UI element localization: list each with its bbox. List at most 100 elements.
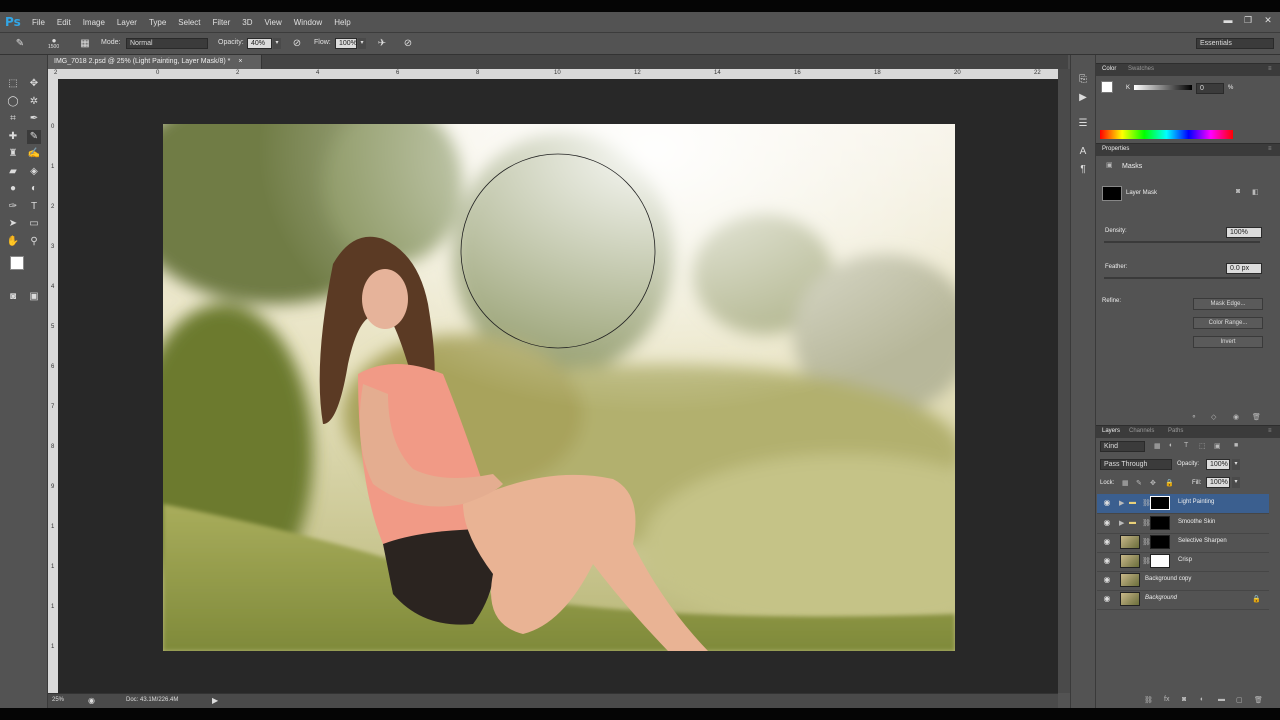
pressure-opacity-icon[interactable]: ⊘ <box>291 38 303 50</box>
brush-panel-icon[interactable]: ▦ <box>79 38 91 50</box>
lock-all-icon[interactable]: 🔒 <box>1165 479 1174 487</box>
restore-button[interactable]: ❐ <box>1242 15 1254 26</box>
new-layer-icon[interactable]: ▢ <box>1236 696 1243 704</box>
k-slider[interactable] <box>1134 85 1192 90</box>
status-menu-icon[interactable]: ◉ <box>88 696 95 705</box>
layer-row-crisp[interactable]: ◉ ⛓ Crisp <box>1097 552 1269 572</box>
layer-row-background[interactable]: ◉ Background 🔒 <box>1097 590 1269 610</box>
menu-layer[interactable]: Layer <box>117 18 137 27</box>
filter-pixel-icon[interactable]: ▦ <box>1154 442 1161 450</box>
eyedropper-tool-icon[interactable]: ✒ <box>27 112 41 126</box>
color-fg-swatch[interactable] <box>1101 81 1113 93</box>
mask-thumbnail[interactable] <box>1150 516 1170 530</box>
actions-panel-icon[interactable]: ▶ <box>1076 91 1090 105</box>
lock-transparent-icon[interactable]: ▦ <box>1122 479 1129 487</box>
layer-name[interactable]: Smoothe Skin <box>1178 519 1215 525</box>
quick-mask-icon[interactable]: ◙ <box>6 290 20 304</box>
apply-mask-icon[interactable]: ◇ <box>1211 413 1216 421</box>
layer-filter-kind[interactable]: Kind <box>1100 441 1145 452</box>
filter-adjustment-icon[interactable]: ◐ <box>1169 442 1173 449</box>
layer-style-icon[interactable]: fx <box>1164 696 1169 703</box>
delete-layer-icon[interactable]: 🗑 <box>1254 696 1263 704</box>
fill-field[interactable]: 100% <box>1206 477 1230 488</box>
document-tab[interactable]: IMG_7018 2.psd @ 25% (Light Painting, La… <box>48 55 262 69</box>
new-adjustment-icon[interactable]: ◐ <box>1200 696 1204 703</box>
layer-opacity-dropdown[interactable]: ▾ <box>1232 459 1240 470</box>
menu-select[interactable]: Select <box>178 18 200 27</box>
mask-thumbnail[interactable] <box>1150 554 1170 568</box>
adjustments-panel-icon[interactable]: ☰ <box>1076 117 1090 131</box>
layer-name[interactable]: Crisp <box>1178 557 1192 563</box>
tab-properties[interactable]: Properties <box>1102 146 1129 152</box>
move-tool-icon[interactable]: ✥ <box>27 77 41 91</box>
color-spectrum-bar[interactable] <box>1100 130 1233 139</box>
zoom-level[interactable]: 25% <box>52 697 64 703</box>
minimize-button[interactable]: ▬ <box>1222 15 1234 26</box>
menu-view[interactable]: View <box>265 18 282 27</box>
marquee-tool-icon[interactable]: ⬚ <box>6 77 20 91</box>
density-field[interactable]: 100% <box>1226 227 1262 238</box>
layer-opacity-field[interactable]: 100% <box>1206 459 1230 470</box>
menu-file[interactable]: File <box>32 18 45 27</box>
blend-mode-select[interactable]: Pass Through <box>1100 459 1172 470</box>
eye-icon[interactable]: ◉ <box>1102 518 1112 527</box>
layer-thumbnail[interactable] <box>1120 535 1140 549</box>
tab-channels[interactable]: Channels <box>1129 428 1154 434</box>
foreground-color-swatch[interactable] <box>10 256 24 270</box>
mask-thumbnail[interactable] <box>1150 496 1170 510</box>
eye-icon[interactable]: ◉ <box>1102 537 1112 546</box>
type-tool-icon[interactable]: T <box>27 200 41 214</box>
k-value-field[interactable]: 0 <box>1196 83 1224 94</box>
fill-dropdown[interactable]: ▾ <box>1232 477 1240 488</box>
mask-edge-button[interactable]: Mask Edge... <box>1193 298 1263 310</box>
panel-menu-icon[interactable]: ≡ <box>1268 66 1272 72</box>
disable-mask-icon[interactable]: ◉ <box>1233 413 1239 421</box>
hand-tool-icon[interactable]: ✋ <box>6 235 20 249</box>
menu-filter[interactable]: Filter <box>213 18 231 27</box>
select-mask-icon[interactable]: ◙ <box>1236 188 1240 195</box>
eye-icon[interactable]: ◉ <box>1102 575 1112 584</box>
layer-row-light-painting[interactable]: ◉ ▶ ▬ ⛓ Light Painting <box>1097 494 1269 514</box>
flow-dropdown[interactable]: ▾ <box>358 38 366 49</box>
history-brush-tool-icon[interactable]: ✍ <box>27 147 41 161</box>
filter-shape-icon[interactable]: ⬚ <box>1199 442 1206 450</box>
dodge-tool-icon[interactable]: ◐ <box>27 182 41 196</box>
tab-layers[interactable]: Layers <box>1102 428 1120 434</box>
opacity-field[interactable]: 40% <box>247 38 272 49</box>
character-panel-icon[interactable]: A <box>1076 145 1090 159</box>
layer-name[interactable]: Background copy <box>1120 576 1191 582</box>
healing-brush-tool-icon[interactable]: ✚ <box>6 130 20 144</box>
panel-menu-icon[interactable]: ≡ <box>1268 146 1272 152</box>
tab-paths[interactable]: Paths <box>1168 428 1183 434</box>
layer-thumbnail[interactable] <box>1120 554 1140 568</box>
feather-slider[interactable] <box>1104 277 1260 279</box>
vertical-scrollbar[interactable] <box>1058 69 1070 693</box>
vector-mask-icon[interactable]: ◧ <box>1252 188 1259 196</box>
document-canvas-photo[interactable] <box>163 124 955 651</box>
close-document-icon[interactable]: × <box>238 58 242 65</box>
menu-type[interactable]: Type <box>149 18 166 27</box>
airbrush-icon[interactable]: ✈ <box>376 38 388 50</box>
delete-mask-icon[interactable]: 🗑 <box>1252 413 1261 421</box>
paragraph-panel-icon[interactable]: ¶ <box>1076 163 1090 177</box>
tab-color[interactable]: Color <box>1102 66 1116 72</box>
layer-row-background-copy[interactable]: ◉ Background copy <box>1097 571 1269 591</box>
feather-field[interactable]: 0.0 px <box>1226 263 1262 274</box>
flow-field[interactable]: 100% <box>335 38 357 49</box>
path-selection-tool-icon[interactable]: ➤ <box>6 217 20 231</box>
menu-image[interactable]: Image <box>83 18 105 27</box>
blur-tool-icon[interactable]: ● <box>6 182 20 196</box>
expand-arrow-icon[interactable]: ▶ <box>1119 519 1124 527</box>
mask-thumbnail[interactable] <box>1150 535 1170 549</box>
link-layers-icon[interactable]: ⛓ <box>1144 696 1153 704</box>
panel-menu-icon[interactable]: ≡ <box>1268 428 1272 434</box>
invert-button[interactable]: Invert <box>1193 336 1263 348</box>
eraser-tool-icon[interactable]: ▰ <box>6 165 20 179</box>
tab-swatches[interactable]: Swatches <box>1128 66 1154 72</box>
lasso-tool-icon[interactable]: ◯ <box>6 95 20 109</box>
mode-select[interactable]: Normal <box>126 38 208 49</box>
add-mask-icon[interactable]: ◙ <box>1182 696 1186 703</box>
workspace-select[interactable]: Essentials <box>1196 38 1274 49</box>
crop-tool-icon[interactable]: ⌗ <box>6 112 20 126</box>
brush-tool-icon[interactable]: ✎ <box>14 38 26 50</box>
